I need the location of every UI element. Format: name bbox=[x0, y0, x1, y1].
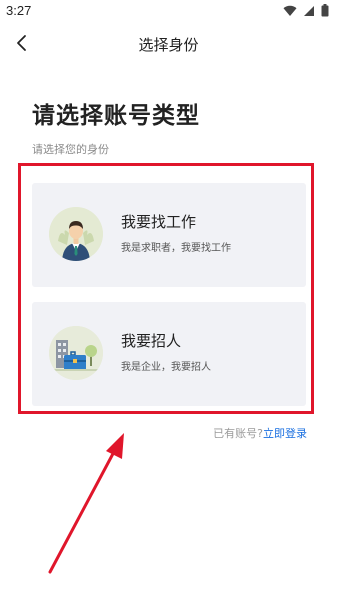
nav-bar: 选择身份 bbox=[0, 24, 337, 68]
login-row: 已有账号?立即登录 bbox=[213, 425, 307, 441]
highlight-box bbox=[18, 163, 314, 414]
status-icons bbox=[283, 2, 329, 21]
battery-icon bbox=[321, 2, 329, 21]
signal-icon bbox=[303, 2, 315, 21]
page-title: 选择身份 bbox=[138, 36, 199, 54]
login-prompt: 已有账号? bbox=[213, 427, 263, 440]
account-type-heading: 请选择账号类型 bbox=[32, 103, 200, 129]
status-bar: 3:27 bbox=[0, 0, 337, 24]
status-time: 3:27 bbox=[6, 3, 32, 18]
login-link[interactable]: 立即登录 bbox=[263, 427, 307, 440]
identity-subtitle: 请选择您的身份 bbox=[32, 143, 109, 156]
wifi-icon bbox=[283, 2, 297, 21]
